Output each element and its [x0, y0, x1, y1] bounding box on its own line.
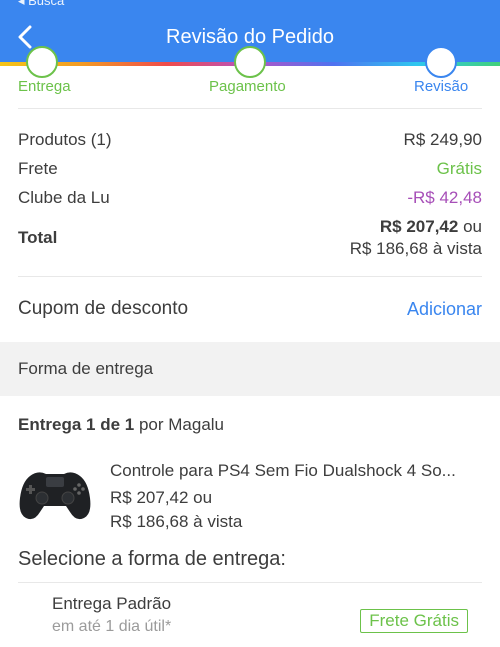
step-revisao-circle — [425, 46, 457, 78]
delivery-section-header: Forma de entrega — [0, 342, 500, 396]
shipping-select-title: Selecione a forma de entrega: — [18, 548, 286, 570]
step-revisao-label: Revisão — [414, 78, 469, 95]
delivery-info: Entrega 1 de 1 por Magalu — [18, 415, 224, 435]
delivery-seller: por Magalu — [138, 415, 225, 434]
checkout-steps: Entrega Pagamento Revisão — [0, 46, 500, 106]
coupon-row: Cupom de desconto Adicionar — [18, 298, 482, 320]
total-vista: R$ 186,68 à vista — [349, 239, 482, 258]
shipping-option-title[interactable]: Entrega Padrão — [52, 594, 171, 614]
free-shipping-badge: Frete Grátis — [360, 609, 468, 633]
divider — [18, 108, 482, 109]
product-name[interactable]: Controle para PS4 Sem Fio Dualshock 4 So… — [110, 461, 490, 481]
frete-label: Frete — [18, 159, 58, 178]
total-label: Total — [18, 228, 58, 247]
total-value: R$ 207,42 ou R$ 186,68 à vista — [350, 216, 482, 260]
divider — [18, 582, 482, 583]
step-pagamento-label[interactable]: Pagamento — [209, 78, 286, 95]
total-or: ou — [463, 217, 482, 236]
product-price: R$ 207,42 ou — [110, 488, 213, 507]
delivery-count: Entrega 1 de 1 — [18, 415, 135, 434]
summary-total-row: Total R$ 207,42 ou R$ 186,68 à vista — [18, 216, 482, 264]
clube-label: Clube da Lu — [18, 188, 110, 207]
gamepad-icon — [19, 472, 91, 520]
coupon-label: Cupom de desconto — [18, 298, 189, 319]
step-pagamento-circle — [234, 46, 266, 78]
add-coupon-button[interactable]: Adicionar — [407, 299, 482, 320]
divider — [18, 276, 482, 277]
step-entrega-circle — [26, 46, 58, 78]
frete-value: Grátis — [436, 159, 482, 178]
total-amount: R$ 207,42 — [379, 217, 459, 236]
clube-value: -R$ 42,48 — [407, 188, 482, 207]
product-price-vista: R$ 186,68 à vista — [110, 512, 243, 531]
shipping-option-subtitle: em até 1 dia útil* — [52, 618, 172, 635]
produtos-label: Produtos (1) — [18, 130, 112, 149]
section-title: Forma de entrega — [18, 359, 154, 378]
step-entrega-label[interactable]: Entrega — [18, 78, 71, 95]
status-back-link[interactable]: ◂ Busca — [18, 0, 64, 9]
produtos-value: R$ 249,90 — [403, 130, 482, 149]
